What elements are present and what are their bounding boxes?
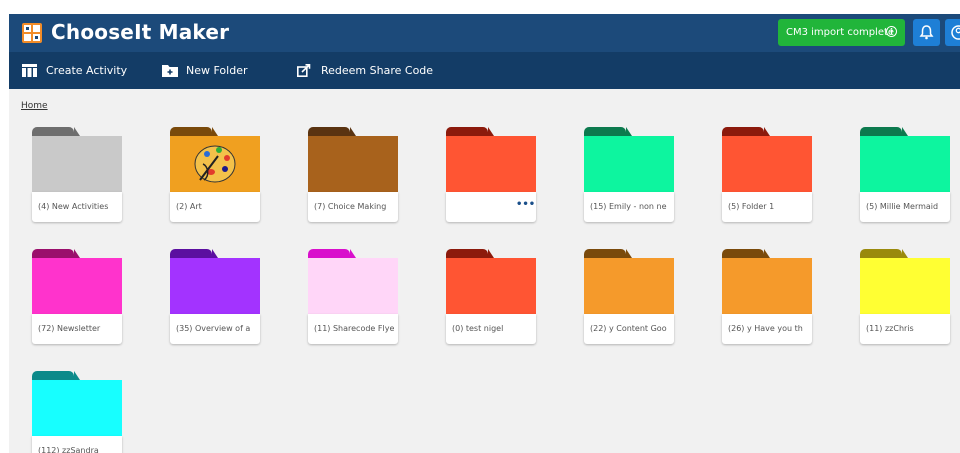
folder-card[interactable]: (2) Art bbox=[170, 127, 260, 223]
folder-label: (72) Newsletter bbox=[32, 314, 122, 344]
folder-card[interactable]: (72) Newsletter bbox=[32, 249, 122, 345]
folder-card[interactable]: (0) test nigel bbox=[446, 249, 536, 345]
folder-label: (22) y Content Goo bbox=[584, 314, 674, 344]
folder-icon bbox=[32, 258, 122, 314]
folder-card[interactable]: (5) Millie Mermaid bbox=[860, 127, 950, 223]
folder-label: (35) Overview of a bbox=[170, 314, 260, 344]
info-icon: i bbox=[886, 26, 897, 37]
folder-icon bbox=[722, 136, 812, 192]
folder-tab bbox=[308, 249, 356, 258]
folder-icon bbox=[308, 258, 398, 314]
more-options-icon[interactable]: ••• bbox=[516, 200, 535, 210]
folder-icon bbox=[32, 136, 122, 192]
new-folder-button[interactable]: New Folder bbox=[162, 52, 252, 89]
folder-label: (15) Emily - non ne bbox=[584, 192, 674, 222]
folder-icon bbox=[170, 136, 260, 192]
folder-card[interactable]: (7) Choice Making bbox=[308, 127, 398, 223]
folder-icon bbox=[584, 258, 674, 314]
folder-label: (26) y Have you th bbox=[722, 314, 812, 344]
folder-label: (5) Folder 1 bbox=[722, 192, 812, 222]
folder-card[interactable]: (26) y Have you th bbox=[722, 249, 812, 345]
account-button[interactable] bbox=[945, 19, 960, 46]
folder-card[interactable]: (112) zzSandra bbox=[32, 371, 122, 453]
folder-label: (11) Sharecode Flye bbox=[308, 314, 398, 344]
folder-tab bbox=[308, 127, 356, 136]
breadcrumb-home[interactable]: Home bbox=[21, 101, 48, 111]
folder-tab bbox=[584, 249, 632, 258]
folder-icon bbox=[860, 258, 950, 314]
folder-icon bbox=[308, 136, 398, 192]
folder-tab bbox=[32, 249, 80, 258]
folder-tab bbox=[860, 127, 908, 136]
toolbar: Create Activity New Folder Redeem Share … bbox=[9, 52, 960, 89]
folder-card[interactable]: (4) New Activities bbox=[32, 127, 122, 223]
folder-card[interactable]: (11) Sharecode Flye bbox=[308, 249, 398, 345]
folder-tab bbox=[32, 371, 80, 380]
folder-card[interactable]: (22) y Content Goo bbox=[584, 249, 674, 345]
external-share-icon bbox=[297, 64, 311, 77]
folder-card[interactable]: (15) Emily - non ne bbox=[584, 127, 674, 223]
app-window: ChooseIt Maker CM3 import complete i Cre… bbox=[9, 14, 960, 453]
folder-tab bbox=[722, 127, 770, 136]
create-activity-label: Create Activity bbox=[46, 64, 128, 77]
folder-tab bbox=[446, 249, 494, 258]
folder-icon bbox=[722, 258, 812, 314]
folder-tab bbox=[860, 249, 908, 258]
table-icon bbox=[22, 64, 37, 77]
folder-icon bbox=[170, 258, 260, 314]
folder-card[interactable]: ••• bbox=[446, 127, 536, 223]
folder-label: (4) New Activities bbox=[32, 192, 122, 222]
folder-label: (11) zzChris bbox=[860, 314, 950, 344]
chooseit-logo-icon bbox=[22, 23, 42, 43]
import-status-button[interactable]: CM3 import complete i bbox=[778, 19, 905, 46]
app-title: ChooseIt Maker bbox=[51, 20, 230, 44]
art-palette-icon bbox=[194, 145, 236, 183]
folder-icon bbox=[584, 136, 674, 192]
folder-tab bbox=[722, 249, 770, 258]
folder-tab bbox=[170, 249, 218, 258]
redeem-share-code-button[interactable]: Redeem Share Code bbox=[297, 52, 437, 89]
folder-card[interactable]: (5) Folder 1 bbox=[722, 127, 812, 223]
folder-tab bbox=[32, 127, 80, 136]
folder-plus-icon bbox=[162, 65, 178, 77]
folder-card[interactable]: (35) Overview of a bbox=[170, 249, 260, 345]
folder-icon bbox=[446, 258, 536, 314]
redeem-share-code-label: Redeem Share Code bbox=[321, 64, 434, 77]
top-bar: ChooseIt Maker CM3 import complete i bbox=[9, 14, 960, 52]
new-folder-label: New Folder bbox=[186, 64, 248, 77]
folder-label: (7) Choice Making bbox=[308, 192, 398, 222]
folder-tab bbox=[170, 127, 218, 136]
folder-label: (112) zzSandra bbox=[32, 436, 122, 453]
folder-icon bbox=[860, 136, 950, 192]
user-icon bbox=[951, 25, 960, 40]
create-activity-button[interactable]: Create Activity bbox=[22, 52, 132, 89]
bell-icon bbox=[919, 25, 934, 40]
folder-tab bbox=[584, 127, 632, 136]
folder-label: (5) Millie Mermaid bbox=[860, 192, 950, 222]
folder-tab bbox=[446, 127, 494, 136]
folder-label: (2) Art bbox=[170, 192, 260, 222]
folder-label: (0) test nigel bbox=[446, 314, 536, 344]
folder-card[interactable]: (11) zzChris bbox=[860, 249, 950, 345]
import-status-label: CM3 import complete bbox=[786, 27, 895, 38]
folder-icon bbox=[446, 136, 536, 192]
notifications-button[interactable] bbox=[913, 19, 940, 46]
folder-icon bbox=[32, 380, 122, 436]
